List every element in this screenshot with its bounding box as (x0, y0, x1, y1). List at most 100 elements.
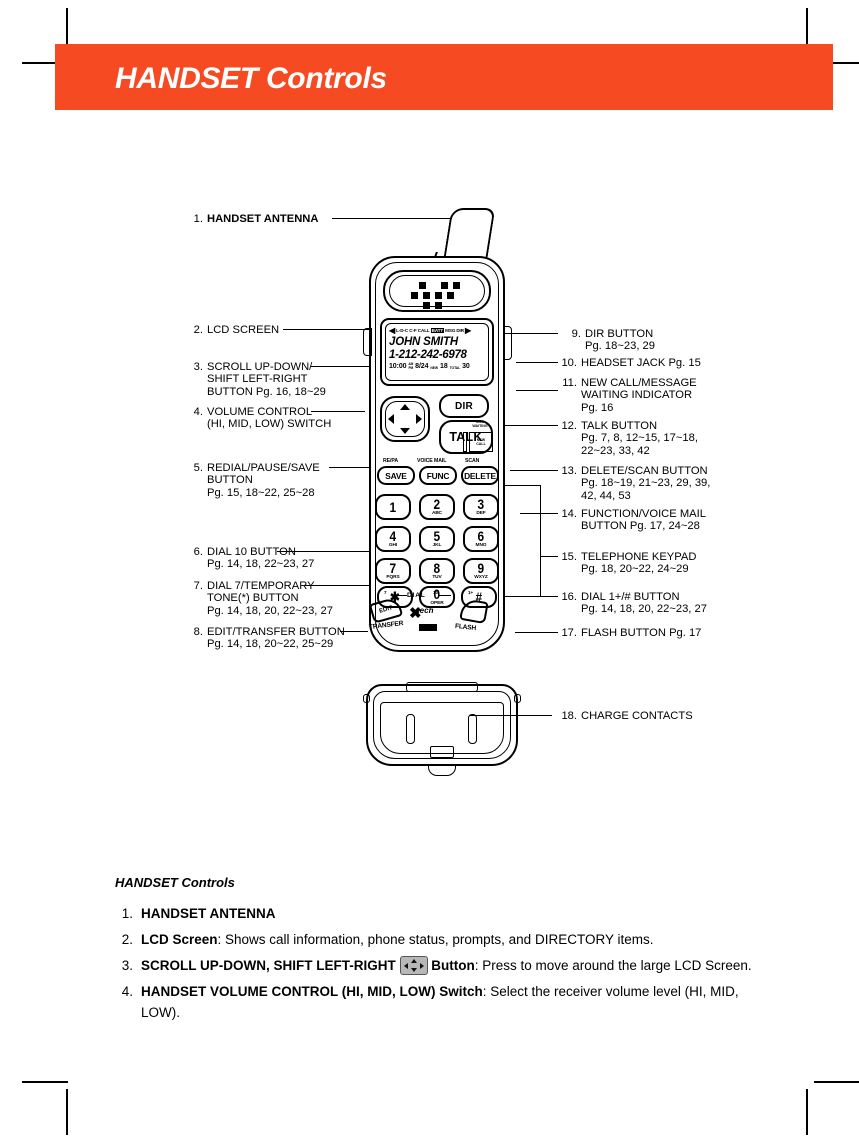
prose-item-3-lead: SCROLL UP-DOWN, SHIFT LEFT-RIGHT (141, 958, 396, 973)
prose-item-1-lead: HANDSET ANTENNA (141, 906, 276, 921)
keypad-digit: 8 (433, 560, 441, 576)
callout-14-number: 14. (561, 508, 577, 520)
lcd-pm: PM (408, 365, 414, 370)
speaker-grille-hole (423, 302, 430, 309)
callout-18-number: 18. (561, 710, 577, 722)
keypad-key-1[interactable]: 1 (375, 494, 411, 520)
dial-rule-right (439, 595, 451, 597)
arrow-right-icon[interactable] (416, 414, 422, 424)
lcd-date: 8/24 (415, 363, 429, 370)
callout-9: 9. DIR BUTTON Pg. 18~23, 29 (561, 328, 655, 353)
prose-item-1-number: 1. (121, 906, 133, 921)
arrow-up-icon[interactable] (400, 404, 410, 410)
arrow-down-icon (410, 968, 417, 972)
callout-15-number: 15. (561, 551, 577, 563)
lcd-new-label: NEW (430, 366, 439, 370)
delete-button-top-label: SCAN (465, 458, 480, 464)
callout-10-number: 10. (561, 357, 577, 369)
callout-11-text: NEW CALL/MESSAGE WAITING INDICATOR Pg. 1… (581, 377, 697, 414)
keypad-key-3[interactable]: 3 DEF (463, 494, 499, 520)
base-stem (428, 764, 456, 776)
lcd-ampm: AM PM (408, 362, 414, 370)
keypad-digit: 5 (433, 528, 441, 544)
callout-17-number: 17. (561, 627, 577, 639)
lcd-total-count: 30 (462, 363, 470, 370)
keypad-key-5[interactable]: 5 JKL (419, 526, 455, 552)
leader-line-10 (516, 362, 558, 363)
callout-11: 11. NEW CALL/MESSAGE WAITING INDICATOR P… (557, 377, 697, 414)
dir-button[interactable]: DIR (439, 394, 489, 418)
arrow-left-icon (403, 962, 408, 969)
callout-4: 4. VOLUME CONTROL (HI, MID, LOW) SWITCH (183, 406, 332, 431)
callout-1-text: HANDSET ANTENNA (207, 213, 319, 225)
speaker-grille-hole (435, 292, 442, 299)
headset-jack[interactable] (503, 326, 512, 360)
microphone (419, 624, 437, 631)
brand-logo: tech (417, 606, 434, 615)
scroll-shift-navigation-button[interactable] (380, 396, 430, 442)
callout-15-text: TELEPHONE KEYPAD Pg. 18, 20~22, 24~29 (581, 551, 697, 576)
leader-line-11 (516, 390, 558, 391)
callout-12-text: TALK BUTTON Pg. 7, 8, 12~15, 17~18, 22~2… (581, 420, 698, 457)
keypad-key-7[interactable]: 7 PQRS (375, 558, 411, 584)
callout-3-text: SCROLL UP-DOWN/ SHIFT LEFT-RIGHT BUTTON … (207, 361, 326, 398)
volume-control-switch[interactable] (363, 328, 372, 356)
prose-item-3-rest: : Press to move around the large LCD Scr… (474, 958, 752, 973)
lcd-caller-name: JOHN SMITH (389, 336, 458, 348)
prose-item-2-rest: : Shows call information, phone status, … (217, 932, 654, 947)
keypad-digit: 2 (433, 496, 441, 512)
lcd-caller-number: 1-212-242-6978 (389, 349, 467, 361)
func-button-top-label: VOICE MAIL (417, 458, 447, 464)
arrow-left-icon[interactable] (388, 414, 394, 424)
crop-mark-bottom-right-v (806, 1089, 808, 1135)
callout-12-number: 12. (561, 420, 577, 432)
callout-13-number: 13. (561, 465, 577, 477)
prose-item-2-number: 2. (121, 932, 133, 947)
keypad-superscript: 1+ (468, 590, 474, 595)
keypad-key-6[interactable]: 6 MNO (463, 526, 499, 552)
callout-5: 5. REDIAL/PAUSE/SAVE BUTTON Pg. 15, 18~2… (183, 462, 320, 499)
callout-11-number: 11. (562, 377, 577, 389)
prose-heading: HANDSET Controls (115, 875, 235, 890)
keypad-digit: 6 (477, 528, 485, 544)
keypad-key-8[interactable]: 8 TUV (419, 558, 455, 584)
callout-13-text: DELETE/SCAN BUTTON Pg. 18~19, 21~23, 29,… (581, 465, 711, 502)
lcd-display-area: ◀ L-D-C C-F CALL BATT MSG DIR ▶ JOHN SMI… (385, 323, 489, 381)
callout-3: 3. SCROLL UP-DOWN/ SHIFT LEFT-RIGHT BUTT… (183, 361, 326, 398)
callout-2-text: LCD SCREEN (207, 324, 280, 336)
callout-4-text: VOLUME CONTROL (HI, MID, LOW) SWITCH (207, 406, 332, 431)
keypad-key-9[interactable]: 9 WXYZ (463, 558, 499, 584)
prose-section: HANDSET Controls 1. HANDSET ANTENNA 2. L… (115, 872, 775, 1028)
callout-7: 7. DIAL 7/TEMPORARY TONE(*) BUTTON Pg. 1… (183, 580, 333, 617)
callout-5-text: REDIAL/PAUSE/SAVE BUTTON Pg. 15, 18~22, … (207, 462, 320, 499)
callout-1-number: 1. (193, 213, 203, 225)
callout-9-number: 9. (571, 328, 581, 340)
lcd-indicators: L-D-C C-F CALL (396, 328, 430, 333)
lcd-time: 10:00 (389, 363, 407, 370)
callout-8-number: 8. (193, 626, 203, 638)
keypad-digit: 7 (389, 560, 397, 576)
dial-rule-left (395, 595, 407, 597)
crop-mark-bottom-left-v (66, 1089, 68, 1135)
callout-1: 1. HANDSET ANTENNA (183, 213, 319, 225)
delete-scan-button[interactable]: DELETE (461, 466, 499, 485)
speaker-grille-hole (423, 292, 430, 299)
lcd-indicator-row: ◀ L-D-C C-F CALL BATT MSG DIR ▶ (389, 326, 485, 335)
prose-item-2-lead: LCD Screen (141, 932, 218, 947)
callout-18-text: CHARGE CONTACTS (581, 710, 693, 722)
keypad-key-2[interactable]: 2 ABC (419, 494, 455, 520)
callout-16-number: 16. (561, 591, 577, 603)
keypad-key-4[interactable]: 4 GHI (375, 526, 411, 552)
prose-item-4-lead: HANDSET VOLUME CONTROL (HI, MID, LOW) Sw… (141, 984, 483, 999)
lcd-batt-indicator: BATT (430, 328, 445, 333)
prose-item-4: 4. HANDSET VOLUME CONTROL (HI, MID, LOW)… (115, 981, 775, 1023)
callout-6-text: DIAL 10 BUTTON Pg. 14, 18, 22~23, 27 (207, 546, 315, 571)
page-title: HANDSET Controls (115, 62, 387, 95)
arrow-down-icon[interactable] (400, 428, 410, 434)
callout-8-text: EDIT/TRANSFER BUTTON Pg. 14, 18, 20~22, … (207, 626, 345, 651)
redial-pause-save-button[interactable]: SAVE (377, 466, 415, 485)
prose-item-2: 2. LCD Screen: Shows call information, p… (115, 929, 775, 950)
base-button[interactable] (430, 746, 454, 758)
lcd-screen: ◀ L-D-C C-F CALL BATT MSG DIR ▶ JOHN SMI… (380, 318, 494, 386)
function-voicemail-button[interactable]: FUNC (419, 466, 457, 485)
